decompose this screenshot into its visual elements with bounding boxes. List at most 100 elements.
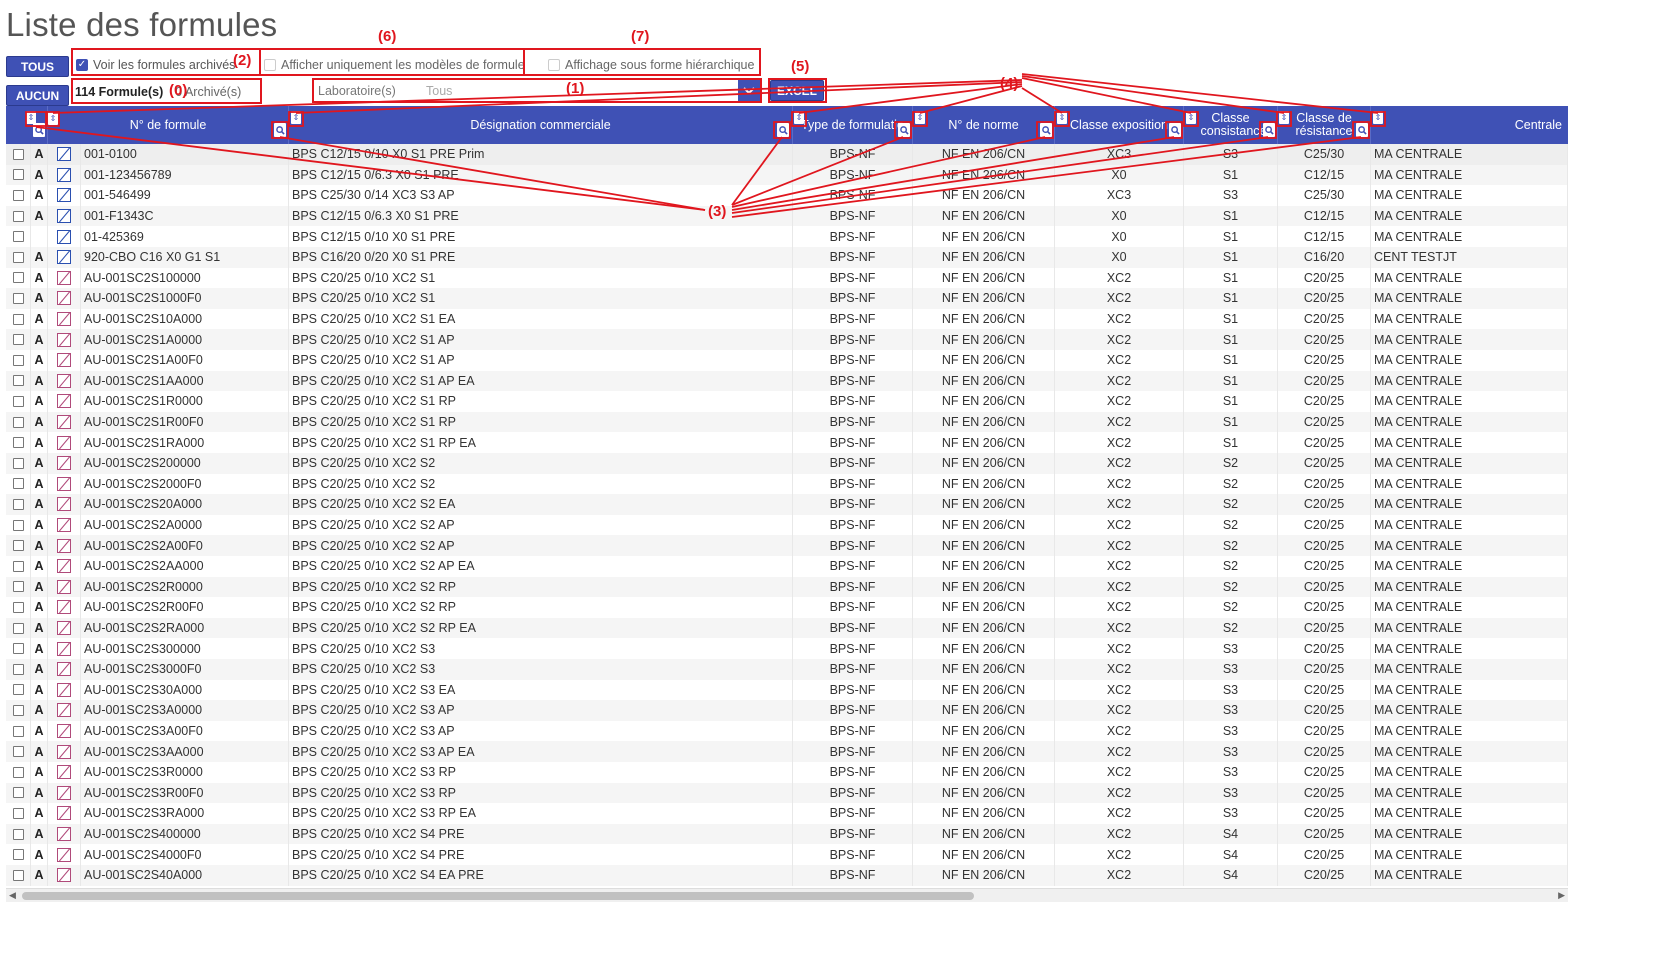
row-checkbox[interactable] bbox=[12, 272, 24, 284]
formula-edit-icon[interactable] bbox=[57, 868, 71, 883]
row-select[interactable] bbox=[6, 164, 31, 186]
row-icon-cell[interactable] bbox=[48, 782, 81, 804]
row-checkbox[interactable] bbox=[12, 869, 24, 881]
scroll-right-icon[interactable]: ▶ bbox=[1558, 890, 1565, 901]
scroll-left-icon[interactable]: ◀ bbox=[9, 890, 16, 901]
row-checkbox[interactable] bbox=[12, 643, 24, 655]
formula-edit-icon[interactable] bbox=[57, 229, 71, 244]
row-icon-cell[interactable] bbox=[48, 865, 81, 886]
row-icon-cell[interactable] bbox=[48, 576, 81, 598]
formula-edit-icon[interactable] bbox=[57, 785, 71, 800]
row-icon-cell[interactable] bbox=[48, 453, 81, 474]
row-icon-cell[interactable] bbox=[48, 535, 81, 556]
row-icon-cell[interactable] bbox=[48, 803, 81, 824]
sort-icon[interactable]: ⇕ bbox=[1057, 111, 1067, 124]
sort-icon[interactable]: ⇕ bbox=[1373, 111, 1383, 124]
row-icon-cell[interactable] bbox=[48, 617, 81, 639]
row-select[interactable] bbox=[6, 494, 31, 515]
table-row[interactable]: A AU-001SC2S300000 BPS C20/25 0/10 XC2 S3 B… bbox=[6, 638, 1568, 659]
filter-search-icon[interactable] bbox=[1040, 123, 1052, 137]
row-checkbox[interactable] bbox=[12, 498, 24, 510]
header-num[interactable]: N° de formule bbox=[48, 106, 289, 144]
table-row[interactable]: A 001-0100 BPS C12/15 0/10 X0 S1 PRE Prim B… bbox=[6, 144, 1568, 165]
table-row[interactable]: A AU-001SC2S1R00F0 BPS C20/25 0/10 XC2 S1 … bbox=[6, 411, 1568, 433]
row-checkbox[interactable] bbox=[12, 560, 24, 572]
table-row[interactable]: A AU-001SC2S2R00F0 BPS C20/25 0/10 XC2 S2 … bbox=[6, 597, 1568, 618]
row-select[interactable] bbox=[6, 803, 31, 824]
row-icon-cell[interactable] bbox=[48, 267, 81, 289]
row-checkbox[interactable] bbox=[12, 478, 24, 490]
table-row[interactable]: A AU-001SC2S3RA000 BPS C20/25 0/10 XC2 S3 … bbox=[6, 803, 1568, 824]
filter-search-icon[interactable] bbox=[1263, 123, 1275, 137]
row-checkbox[interactable] bbox=[12, 231, 24, 243]
row-checkbox[interactable] bbox=[12, 766, 24, 778]
row-select[interactable] bbox=[6, 267, 31, 289]
row-select[interactable] bbox=[6, 226, 31, 247]
row-checkbox[interactable] bbox=[12, 849, 24, 861]
table-row[interactable]: A AU-001SC2S40A000 BPS C20/25 0/10 XC2 S4 … bbox=[6, 865, 1568, 886]
sort-icon[interactable]: ⇕ bbox=[1186, 111, 1196, 124]
header-cen[interactable]: Centrale bbox=[1371, 106, 1568, 144]
row-icon-cell[interactable] bbox=[48, 494, 81, 515]
formula-edit-icon[interactable] bbox=[57, 703, 71, 718]
table-row[interactable]: A AU-001SC2S400000 BPS C20/25 0/10 XC2 S4 … bbox=[6, 823, 1568, 845]
table-row[interactable]: A AU-001SC2S200000 BPS C20/25 0/10 XC2 S2 B… bbox=[6, 453, 1568, 474]
row-icon-cell[interactable] bbox=[48, 720, 81, 742]
row-checkbox[interactable] bbox=[12, 334, 24, 346]
row-checkbox[interactable] bbox=[12, 292, 24, 304]
table-row[interactable]: A AU-001SC2S2A00F0 BPS C20/25 0/10 XC2 S2 … bbox=[6, 535, 1568, 556]
row-icon-cell[interactable] bbox=[48, 185, 81, 206]
scrollbar-thumb[interactable] bbox=[22, 892, 974, 900]
row-checkbox[interactable] bbox=[12, 519, 24, 531]
filter-search-icon[interactable] bbox=[898, 123, 910, 137]
row-checkbox[interactable] bbox=[12, 416, 24, 428]
row-checkbox[interactable] bbox=[12, 313, 24, 325]
row-select[interactable] bbox=[6, 844, 31, 865]
row-icon-cell[interactable] bbox=[48, 741, 81, 762]
table-row[interactable]: A AU-001SC2S2R0000 BPS C20/25 0/10 XC2 S2 … bbox=[6, 576, 1568, 598]
formula-edit-icon[interactable] bbox=[57, 559, 71, 574]
row-select[interactable] bbox=[6, 514, 31, 536]
horizontal-scrollbar[interactable]: ◀ ▶ bbox=[6, 888, 1568, 902]
table-row[interactable]: A AU-001SC2S1A00F0 BPS C20/25 0/10 XC2 S1 … bbox=[6, 350, 1568, 371]
formula-edit-icon[interactable] bbox=[57, 476, 71, 491]
formula-edit-icon[interactable] bbox=[57, 167, 71, 182]
table-row[interactable]: A AU-001SC2S1A0000 BPS C20/25 0/10 XC2 S1 … bbox=[6, 329, 1568, 350]
row-select[interactable] bbox=[6, 329, 31, 350]
formula-edit-icon[interactable] bbox=[57, 518, 71, 533]
row-checkbox[interactable] bbox=[12, 807, 24, 819]
row-select[interactable] bbox=[6, 185, 31, 206]
row-select[interactable] bbox=[6, 391, 31, 412]
formula-edit-icon[interactable] bbox=[57, 394, 71, 409]
row-select[interactable] bbox=[6, 617, 31, 639]
row-icon-cell[interactable] bbox=[48, 164, 81, 186]
row-checkbox[interactable] bbox=[12, 395, 24, 407]
filter-search-icon[interactable] bbox=[274, 123, 286, 137]
formula-edit-icon[interactable] bbox=[57, 332, 71, 347]
row-select[interactable] bbox=[6, 205, 31, 227]
row-icon-cell[interactable] bbox=[48, 473, 81, 495]
row-select[interactable] bbox=[6, 638, 31, 659]
header-exp[interactable]: Classe exposition bbox=[1055, 106, 1184, 144]
row-icon-cell[interactable] bbox=[48, 308, 81, 330]
filter-search-icon[interactable] bbox=[33, 123, 45, 137]
table-row[interactable]: A AU-001SC2S30A000 BPS C20/25 0/10 XC2 S3 … bbox=[6, 679, 1568, 701]
row-select[interactable] bbox=[6, 762, 31, 783]
row-icon-cell[interactable] bbox=[48, 329, 81, 350]
row-select[interactable] bbox=[6, 370, 31, 392]
row-select[interactable] bbox=[6, 473, 31, 495]
select-all-button[interactable]: TOUS bbox=[6, 56, 69, 77]
formula-edit-icon[interactable] bbox=[57, 188, 71, 203]
row-select[interactable] bbox=[6, 556, 31, 577]
table-row[interactable]: A AU-001SC2S3A0000 BPS C20/25 0/10 XC2 S3 … bbox=[6, 700, 1568, 721]
row-checkbox[interactable] bbox=[12, 828, 24, 840]
sort-icon[interactable]: ⇕ bbox=[1279, 111, 1289, 124]
row-checkbox[interactable] bbox=[12, 457, 24, 469]
row-checkbox[interactable] bbox=[12, 787, 24, 799]
formula-edit-icon[interactable] bbox=[57, 641, 71, 656]
row-checkbox[interactable] bbox=[12, 189, 24, 201]
row-checkbox[interactable] bbox=[12, 622, 24, 634]
formula-edit-icon[interactable] bbox=[57, 744, 71, 759]
row-checkbox[interactable] bbox=[12, 251, 24, 263]
table-row[interactable]: A 001-123456789 BPS C12/15 0/6.3 X0 S1 PRE… bbox=[6, 164, 1568, 186]
